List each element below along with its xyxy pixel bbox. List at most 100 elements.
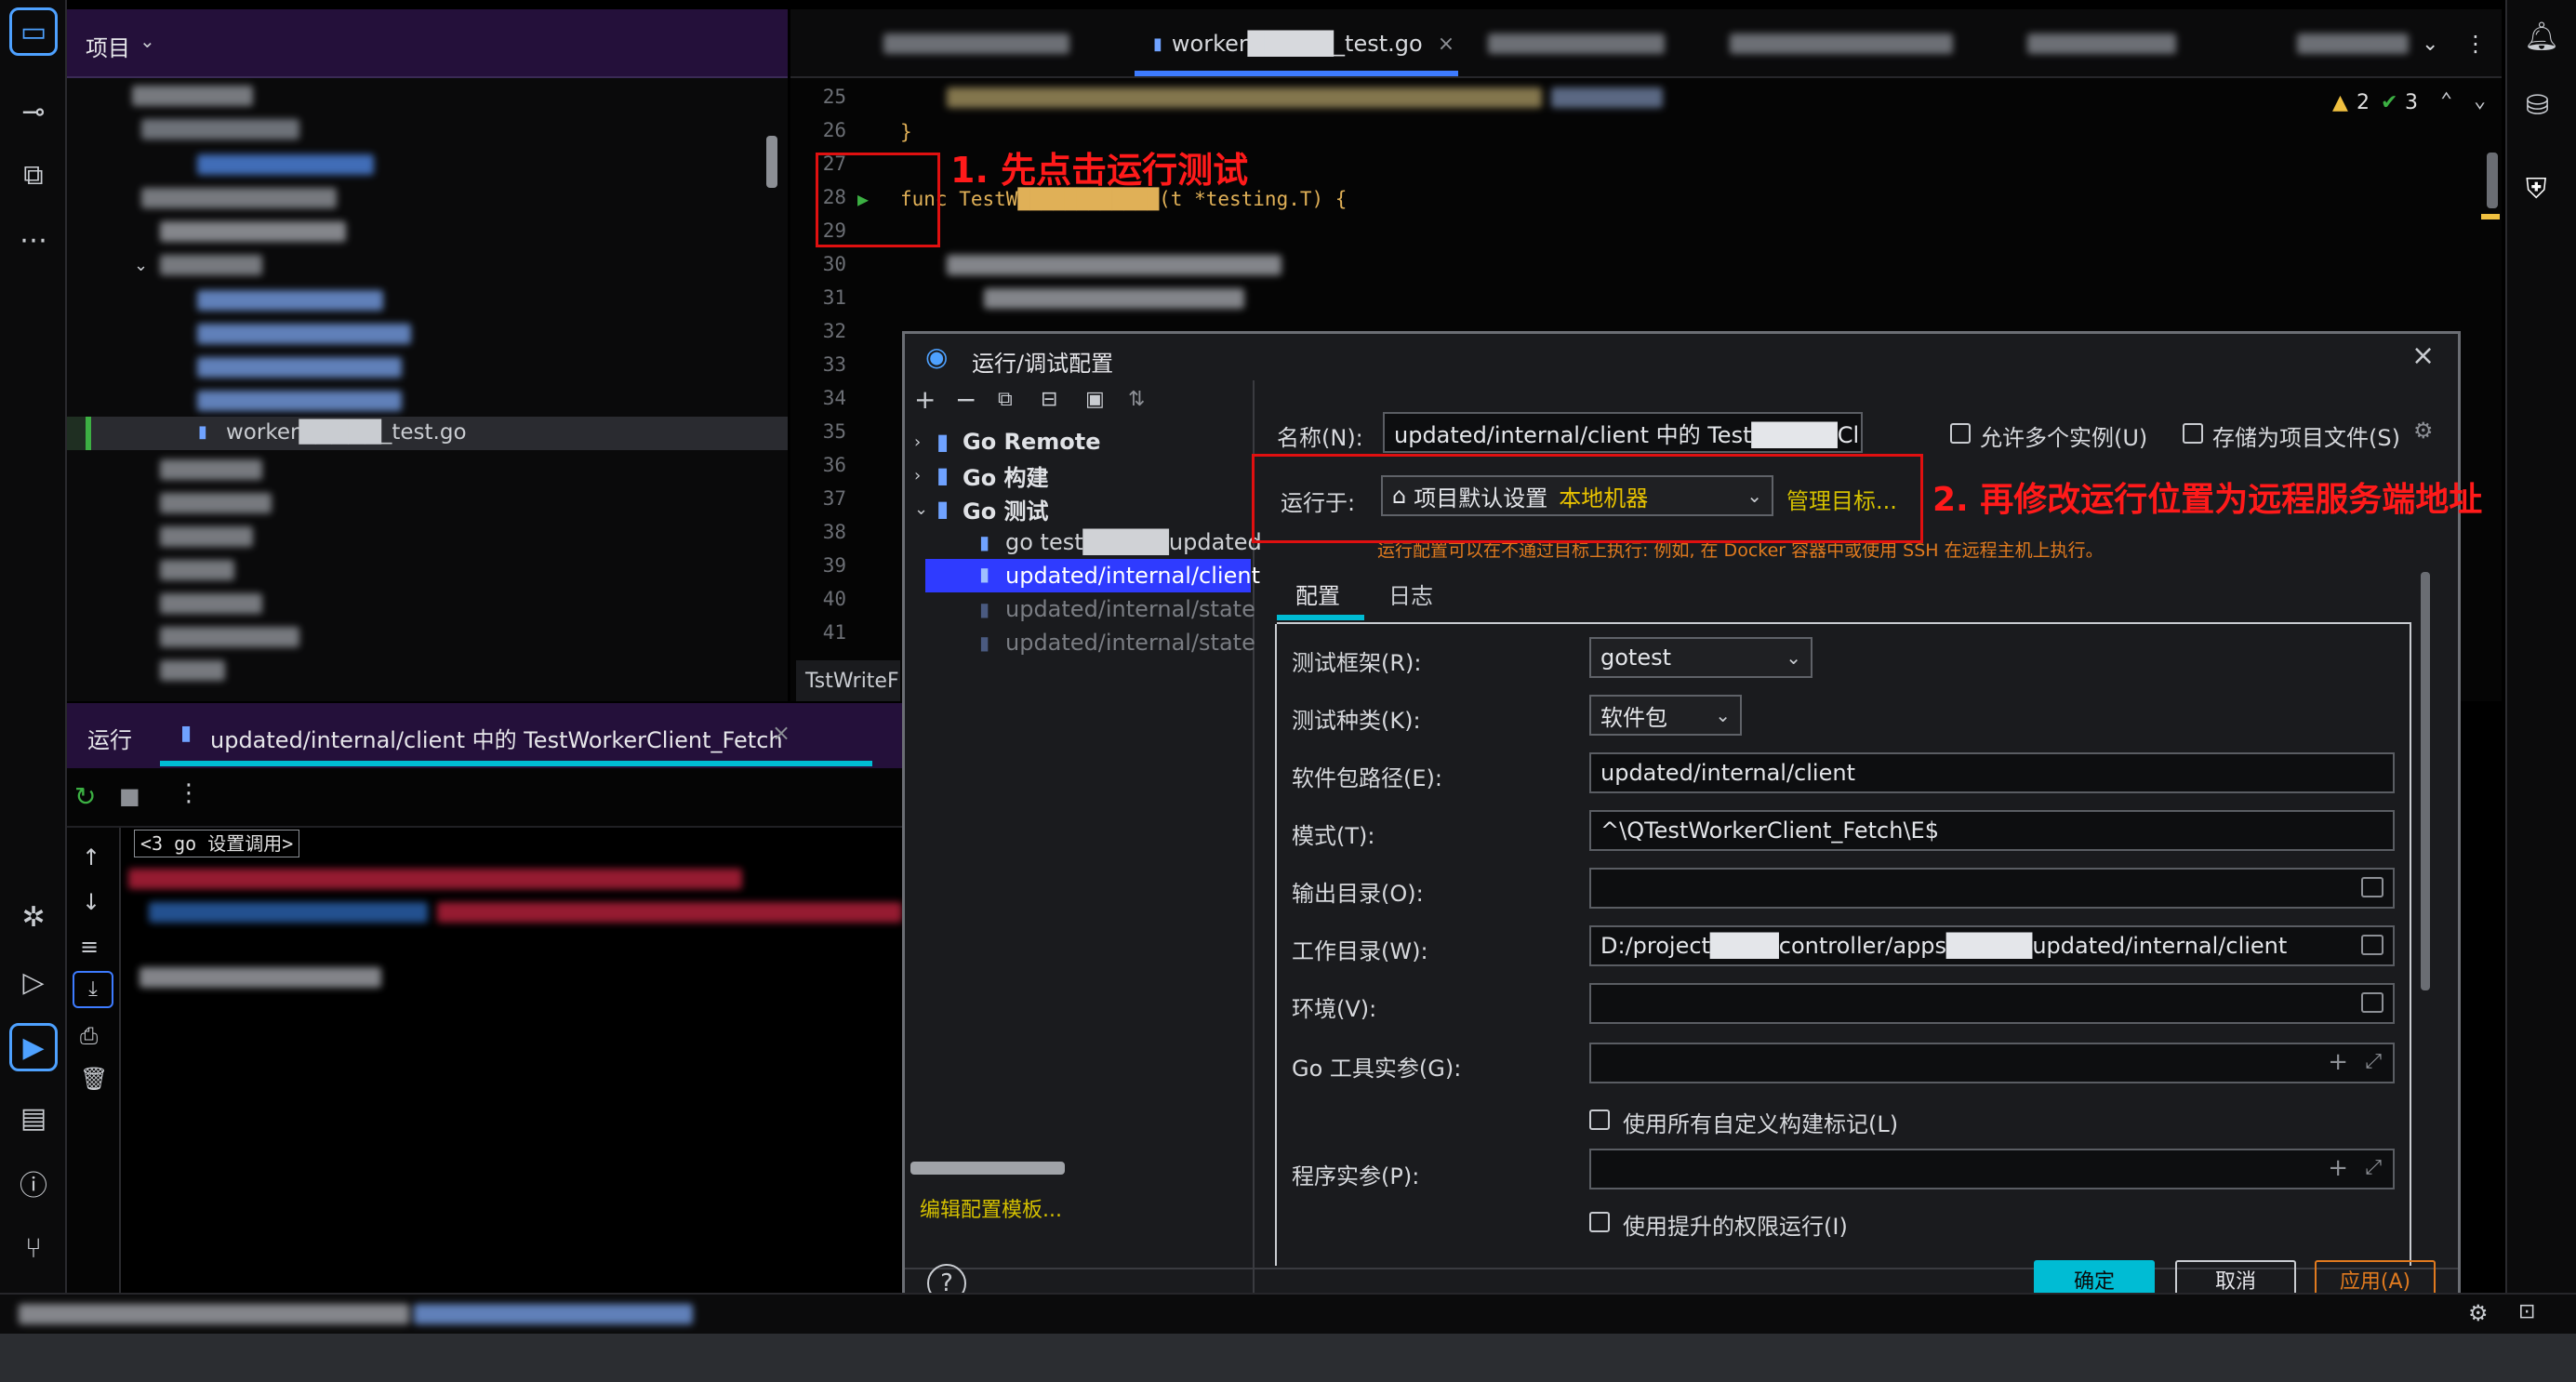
tree-row[interactable] <box>160 249 262 281</box>
chevron-down-icon[interactable]: ⌄ <box>139 30 155 52</box>
env-input[interactable] <box>1589 983 2395 1024</box>
program-args-input[interactable]: + ⤢ <box>1589 1149 2395 1189</box>
tab-blurred-5[interactable] <box>2297 22 2409 65</box>
tab-blurred-4[interactable] <box>2027 22 2176 65</box>
gear-icon[interactable]: ⚙ <box>2413 418 2434 444</box>
more-vertical-icon[interactable]: ⋮ <box>2464 22 2487 65</box>
test-kind-select[interactable]: 软件包 ⌄ <box>1589 695 1742 736</box>
problems-icon[interactable]: ⓘ <box>9 1159 58 1207</box>
tree-row[interactable] <box>160 487 272 519</box>
chevron-down-icon[interactable]: ⌄ <box>2422 22 2438 65</box>
chevron-down-icon[interactable]: ⌄ <box>134 249 148 281</box>
list-icon[interactable] <box>2361 992 2383 1013</box>
edit-templates-link[interactable]: 编辑配置模板... <box>920 1193 1062 1223</box>
settings-icon[interactable]: ⚙ <box>2468 1300 2489 1326</box>
tree-row[interactable] <box>197 385 402 417</box>
name-input[interactable]: updated/internal/client 中的 Test█████Clie… <box>1383 412 1863 453</box>
debug-icon[interactable]: ✲ <box>9 893 58 941</box>
chevron-right-icon[interactable]: › <box>914 432 936 452</box>
tree-group-go-remote[interactable]: › ▮ Go Remote <box>914 425 1101 458</box>
commit-icon[interactable]: ⊸ <box>9 87 58 136</box>
chevron-down-icon[interactable]: ⌄ <box>914 499 936 519</box>
expand-icon[interactable]: ⤢ <box>2365 1156 2382 1179</box>
store-as-file-checkbox[interactable] <box>2183 423 2203 444</box>
lock-icon[interactable]: ⊡ <box>2518 1300 2535 1323</box>
shield-icon[interactable]: ⛨ <box>2526 173 2547 206</box>
tree-row[interactable] <box>160 554 234 586</box>
tree-row[interactable] <box>141 182 337 214</box>
trash-icon[interactable]: 🗑︎ <box>80 1066 108 1092</box>
folder-add-icon[interactable]: ▣ <box>1085 388 1105 411</box>
use-custom-tags-checkbox[interactable] <box>1589 1110 1610 1130</box>
tab-config[interactable]: 配置 <box>1295 578 1340 610</box>
database-icon[interactable]: ⛁ <box>2526 89 2549 122</box>
git-icon[interactable]: ⑂ <box>9 1224 58 1272</box>
tree-config-item-selected[interactable]: ▮ updated/internal/client <box>925 559 1260 592</box>
soft-wrap-icon[interactable]: ≡ <box>80 934 99 960</box>
close-icon[interactable]: × <box>1438 33 1454 56</box>
scrollbar[interactable] <box>766 136 777 188</box>
tree-scrollbar[interactable] <box>910 1162 1065 1175</box>
folder-icon[interactable] <box>2361 877 2383 897</box>
run-icon[interactable]: ▶ <box>9 1023 58 1071</box>
scroll-to-end-icon[interactable]: ⤓ <box>73 971 113 1008</box>
tree-group-go-build[interactable]: › ▮ Go 构建 <box>914 458 1049 492</box>
tree-row[interactable] <box>160 521 253 552</box>
go-tool-args-input[interactable]: + ⤢ <box>1589 1043 2395 1083</box>
arrow-up-icon[interactable]: ↑ <box>82 844 100 870</box>
notifications-icon[interactable]: 🔔︎ <box>2524 20 2559 53</box>
tree-row-selected[interactable]: ▮ worker█████_test.go <box>86 417 788 450</box>
folder-icon[interactable] <box>2361 935 2383 955</box>
tree-row[interactable] <box>197 285 383 316</box>
tab-blurred-3[interactable] <box>1730 22 1953 65</box>
test-framework-select[interactable]: gotest ⌄ <box>1589 637 1812 678</box>
close-icon[interactable]: × <box>772 720 790 746</box>
tree-row[interactable] <box>141 113 299 145</box>
chevron-down-icon[interactable]: ⌄ <box>2474 89 2486 113</box>
run-circle-icon[interactable]: ▷ <box>9 958 58 1006</box>
chevron-right-icon[interactable]: › <box>914 466 936 485</box>
tab-blurred-1[interactable] <box>883 22 1069 65</box>
stop-icon[interactable]: ■ <box>119 783 140 809</box>
sudo-checkbox[interactable] <box>1589 1212 1610 1232</box>
close-icon[interactable]: × <box>2411 339 2435 372</box>
more-icon[interactable]: ⋯ <box>9 216 58 264</box>
package-path-input[interactable]: updated/internal/client <box>1589 752 2395 793</box>
tree-row[interactable] <box>160 655 225 686</box>
form-scrollbar[interactable] <box>2421 572 2430 990</box>
chevron-up-icon[interactable]: ⌃ <box>2440 89 2452 113</box>
sort-icon[interactable]: ⇅ <box>1128 388 1145 411</box>
tree-row[interactable] <box>197 149 374 180</box>
add-icon[interactable]: + <box>2328 1048 2348 1076</box>
add-icon[interactable]: + <box>2328 1154 2348 1182</box>
tab-active[interactable]: ▮ worker█████_test.go × <box>1153 22 1454 65</box>
run-tab-label[interactable]: updated/internal/client 中的 TestWorkerCli… <box>210 722 783 754</box>
tree-row[interactable] <box>160 621 299 653</box>
tree-row[interactable] <box>197 352 402 383</box>
working-dir-input[interactable]: D:/project████controller/apps█████update… <box>1589 925 2395 966</box>
allow-parallel-checkbox[interactable] <box>1950 423 1971 444</box>
pattern-input[interactable]: ^\QTestWorkerClient_Fetch\E$ <box>1589 810 2395 851</box>
more-vertical-icon[interactable]: ⋮ <box>177 779 201 807</box>
save-icon[interactable]: ⊟ <box>1041 388 1057 411</box>
structure-icon[interactable]: ⧉ <box>9 151 58 199</box>
expand-icon[interactable]: ⤢ <box>2365 1050 2382 1073</box>
warning-icon[interactable]: ▲ <box>2332 91 2348 114</box>
check-icon[interactable]: ✔ <box>2381 91 2397 114</box>
arrow-down-icon[interactable]: ↓ <box>82 889 100 915</box>
copy-icon[interactable]: ⧉ <box>998 388 1013 411</box>
print-icon[interactable]: ⎙ <box>80 1023 98 1049</box>
add-icon[interactable]: + <box>914 384 936 415</box>
rerun-icon[interactable]: ↻ <box>74 781 96 812</box>
folder-icon[interactable]: ▭ <box>9 7 58 56</box>
tree-config-item[interactable]: ▮ updated/internal/state <box>979 592 1255 626</box>
tab-blurred-2[interactable] <box>1488 22 1665 65</box>
editor-scrollbar[interactable] <box>2487 153 2498 208</box>
tree-group-go-test[interactable]: ⌄ ▮ Go 测试 <box>914 492 1049 525</box>
project-title[interactable]: 项目 <box>86 30 130 62</box>
tree-row[interactable] <box>160 588 262 619</box>
output-dir-input[interactable] <box>1589 868 2395 909</box>
tree-row[interactable] <box>132 80 253 112</box>
tree-config-item[interactable]: ▮ updated/internal/state <box>979 626 1255 659</box>
tab-logs[interactable]: 日志 <box>1388 578 1433 610</box>
